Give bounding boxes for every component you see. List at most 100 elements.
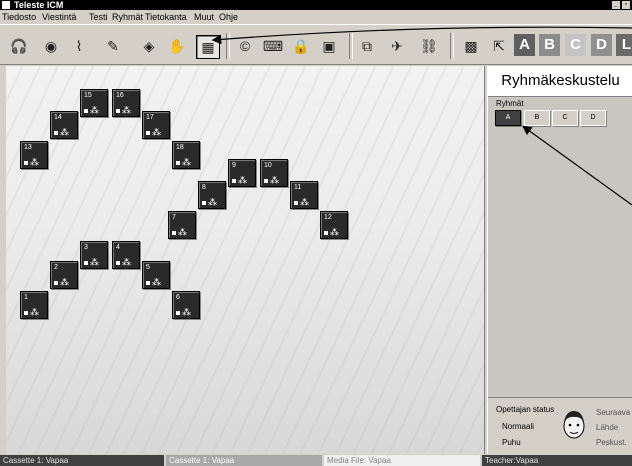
group-d-button[interactable]: D bbox=[591, 34, 612, 56]
student-status-icon bbox=[264, 179, 268, 183]
student-status-icon bbox=[294, 201, 298, 205]
seat-10[interactable]: 10 ⁂ bbox=[260, 159, 288, 187]
seat-6[interactable]: 6 ⁂ bbox=[172, 291, 200, 319]
status-talk[interactable]: Puhu bbox=[502, 438, 521, 447]
student-status-icon bbox=[232, 179, 236, 183]
menu-item-viestinta[interactable]: Viestintä bbox=[42, 10, 76, 24]
seat-9[interactable]: 9 ⁂ bbox=[228, 159, 256, 187]
seat-12[interactable]: 12 ⁂ bbox=[320, 211, 348, 239]
group-seats-icon[interactable]: ▦ bbox=[196, 35, 220, 59]
window-title: Teleste ICM bbox=[14, 0, 64, 10]
group-icon: ⁂ bbox=[208, 197, 217, 207]
menu-item-tietokanta[interactable]: Tietokanta bbox=[145, 10, 187, 24]
group-icon: ⁂ bbox=[122, 105, 131, 115]
group-icon: ⁂ bbox=[238, 175, 247, 185]
status-discussion[interactable]: Peskust. bbox=[596, 438, 627, 447]
seat-2[interactable]: 2 ⁂ bbox=[50, 261, 78, 289]
classroom-canvas[interactable]: 1 ⁂ 2 ⁂ 3 ⁂ 4 ⁂ 5 ⁂ 6 ⁂ 7 ⁂ 8 ⁂ 9 ⁂ 10 ⁂ 11 ⁂ 12 ⁂ 1… bbox=[6, 66, 485, 454]
menu-bar: Tiedosto Viestintä Testi Ryhmät Tietokan… bbox=[0, 10, 632, 24]
microphone-icon[interactable]: ⌇ bbox=[68, 35, 90, 57]
student-status-icon bbox=[116, 109, 120, 113]
seat-18[interactable]: 18 ⁂ bbox=[172, 141, 200, 169]
seat-17[interactable]: 17 ⁂ bbox=[142, 111, 170, 139]
status-next[interactable]: Seuraava bbox=[596, 408, 630, 417]
seat-3[interactable]: 3 ⁂ bbox=[80, 241, 108, 269]
minimize-icon[interactable]: _ bbox=[612, 1, 620, 9]
menu-item-testi[interactable]: Testi bbox=[89, 10, 108, 24]
group-icon: ⁂ bbox=[152, 127, 161, 137]
title-bar: Teleste ICM _ ▫ bbox=[0, 0, 632, 10]
group-icon: ⁂ bbox=[182, 307, 191, 317]
group-icon: ⁂ bbox=[122, 257, 131, 267]
seat-8[interactable]: 8 ⁂ bbox=[198, 181, 226, 209]
group-icon: ⁂ bbox=[60, 277, 69, 287]
seat-15[interactable]: 15 ⁂ bbox=[80, 89, 108, 117]
menu-item-muut[interactable]: Muut bbox=[194, 10, 214, 24]
group-c-button[interactable]: C bbox=[565, 34, 586, 56]
student-status-icon bbox=[146, 281, 150, 285]
group-icon: ⁂ bbox=[178, 227, 187, 237]
toolbar: 🎧 ◉ ⌇ ✎ ◈ ✋ ▦ © ⌨ 🔒 ▣ ⧉ ✈ ⛓ ▩ ⇱ A B C D … bbox=[0, 24, 632, 65]
group-icon: ⁂ bbox=[330, 227, 339, 237]
link-icon[interactable]: ⛓ bbox=[418, 35, 440, 57]
student-status-icon bbox=[84, 109, 88, 113]
status-source[interactable]: Lähde bbox=[596, 423, 618, 432]
group-b-tab[interactable]: B bbox=[524, 110, 550, 126]
group-icon: ⁂ bbox=[182, 157, 191, 167]
copyright-icon[interactable]: © bbox=[234, 35, 256, 57]
menu-item-ohje[interactable]: Ohje bbox=[219, 10, 238, 24]
seat-5[interactable]: 5 ⁂ bbox=[142, 261, 170, 289]
monitor-icon[interactable]: ▣ bbox=[318, 35, 340, 57]
seat-13[interactable]: 13 ⁂ bbox=[20, 141, 48, 169]
group-a-tab[interactable]: A bbox=[495, 110, 521, 126]
group-icon: ⁂ bbox=[300, 197, 309, 207]
group-c-tab[interactable]: C bbox=[552, 110, 578, 126]
seat-1[interactable]: 1 ⁂ bbox=[20, 291, 48, 319]
student-status-icon bbox=[24, 161, 28, 165]
teacher-status-area: Opettajan status Normaali Puhu Seuraava … bbox=[488, 397, 632, 455]
teacher-face-icon bbox=[563, 411, 585, 439]
group-d-tab[interactable]: D bbox=[580, 110, 606, 126]
student-status-icon bbox=[176, 161, 180, 165]
teacher-status-label: Opettajan status bbox=[496, 405, 555, 414]
lock-icon[interactable]: 🔒 bbox=[290, 35, 312, 57]
group-icon: ⁂ bbox=[90, 257, 99, 267]
student-status-icon bbox=[54, 281, 58, 285]
group-l-button[interactable]: L bbox=[616, 34, 632, 56]
seat-4[interactable]: 4 ⁂ bbox=[112, 241, 140, 269]
cursor-icon[interactable]: ⇱ bbox=[488, 35, 510, 57]
status-normal[interactable]: Normaali bbox=[502, 422, 534, 431]
headset-icon[interactable]: 🎧 bbox=[8, 35, 30, 57]
group-icon: ⁂ bbox=[60, 127, 69, 137]
broadcast-icon[interactable]: ✈ bbox=[386, 35, 408, 57]
seat-14[interactable]: 14 ⁂ bbox=[50, 111, 78, 139]
seat-7[interactable]: 7 ⁂ bbox=[168, 211, 196, 239]
group-b-button[interactable]: B bbox=[539, 34, 560, 56]
maximize-icon[interactable]: ▫ bbox=[622, 1, 630, 9]
status-teacher: Teacher:Vapaa bbox=[482, 455, 632, 466]
menu-item-ryhmat[interactable]: Ryhmät bbox=[112, 10, 143, 24]
student-status-icon bbox=[54, 131, 58, 135]
status-cassette-2: Cassette 1: Vapaa bbox=[166, 455, 322, 466]
seat-16[interactable]: 16 ⁂ bbox=[112, 89, 140, 117]
student-status-icon bbox=[176, 311, 180, 315]
group-icon: ⁂ bbox=[30, 157, 39, 167]
student-status-icon bbox=[172, 231, 176, 235]
speaker-icon[interactable]: ◉ bbox=[40, 35, 62, 57]
status-bar: Cassette 1: Vapaa Cassette 1: Vapaa Medi… bbox=[0, 455, 632, 466]
groups-label: Ryhmät bbox=[496, 99, 524, 108]
seat-11[interactable]: 11 ⁂ bbox=[290, 181, 318, 209]
keyboard-icon[interactable]: ⌨ bbox=[262, 35, 284, 57]
eye-icon[interactable]: ◈ bbox=[138, 35, 160, 57]
screen-share-icon[interactable]: ⧉ bbox=[356, 35, 378, 57]
grid-icon[interactable]: ▩ bbox=[460, 35, 482, 57]
hand-icon[interactable]: ✋ bbox=[166, 35, 188, 57]
app-icon bbox=[2, 1, 10, 9]
group-a-button[interactable]: A bbox=[514, 34, 535, 56]
toolbar-separator bbox=[450, 33, 454, 59]
pen-icon[interactable]: ✎ bbox=[102, 35, 124, 57]
group-icon: ⁂ bbox=[152, 277, 161, 287]
menu-item-tiedosto[interactable]: Tiedosto bbox=[2, 10, 36, 24]
student-status-icon bbox=[324, 231, 328, 235]
student-status-icon bbox=[84, 261, 88, 265]
